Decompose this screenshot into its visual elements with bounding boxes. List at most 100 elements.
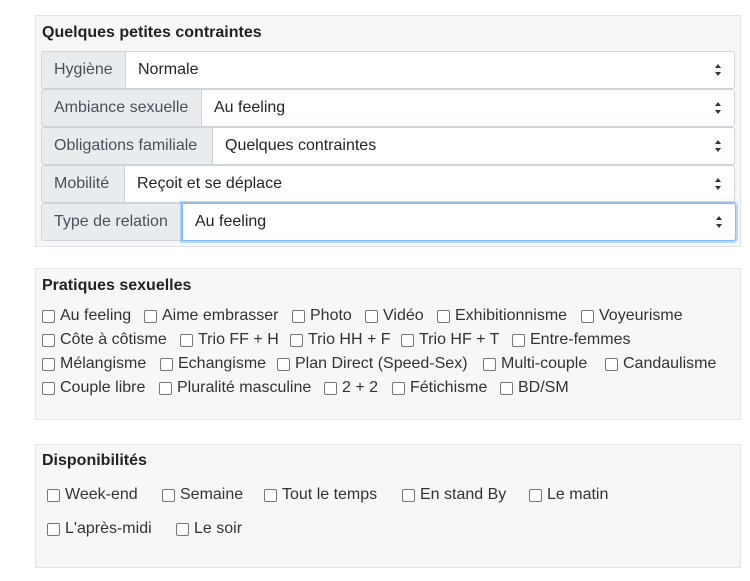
checkbox[interactable]	[277, 357, 290, 371]
mobility-field: Mobilité Reçoit et se déplace	[41, 165, 735, 203]
checkbox[interactable]	[180, 333, 193, 347]
practice-option[interactable]: 2 + 2	[324, 378, 378, 398]
checkbox[interactable]	[401, 333, 414, 347]
practice-label: Exhibitionnisme	[455, 307, 568, 324]
availability-label: Semaine	[180, 486, 244, 503]
practice-option[interactable]: Aime embrasser	[144, 306, 278, 326]
practice-option[interactable]: Trio FF + H	[180, 330, 279, 350]
relation-type-value: Au feeling	[195, 213, 267, 230]
practice-label: Voyeurisme	[599, 307, 683, 324]
practice-option[interactable]: Candaulisme	[605, 354, 716, 374]
practice-option[interactable]: Entre-femmes	[512, 330, 630, 350]
practice-label: Entre-femmes	[530, 331, 631, 348]
checkbox[interactable]	[47, 522, 60, 536]
practice-option[interactable]: Vidéo	[365, 306, 424, 326]
select-arrows-icon	[716, 216, 722, 228]
availability-option[interactable]: Le soir	[176, 519, 242, 539]
practice-label: Vidéo	[383, 307, 424, 324]
hygiene-value: Normale	[138, 61, 199, 78]
checkbox[interactable]	[365, 309, 378, 323]
checkbox[interactable]	[42, 357, 55, 371]
practice-option[interactable]: Exhibitionnisme	[437, 306, 567, 326]
practice-option[interactable]: Multi-couple	[483, 354, 587, 374]
checkbox[interactable]	[483, 357, 496, 371]
ambiance-value: Au feeling	[214, 99, 286, 116]
availability-option[interactable]: Tout le temps	[264, 485, 377, 505]
checkbox[interactable]	[500, 381, 513, 395]
checkbox[interactable]	[42, 333, 55, 347]
ambiance-label: Ambiance sexuelle	[41, 89, 202, 127]
practice-option[interactable]: Echangisme	[160, 354, 266, 374]
family-obligations-field: Obligations familiale Quelques contraint…	[41, 127, 735, 165]
availability-panel: Disponibilités Week-end Semaine Tout le …	[35, 444, 741, 568]
availability-label: Week-end	[65, 486, 138, 503]
practice-label: Trio HH + F	[308, 331, 391, 348]
practice-option[interactable]: Côte à côtisme	[42, 330, 167, 350]
practice-option[interactable]: Voyeurisme	[581, 306, 683, 326]
practice-label: Trio FF + H	[198, 331, 279, 348]
practice-option[interactable]: Fétichisme	[392, 378, 487, 398]
availability-option[interactable]: Week-end	[47, 485, 138, 505]
practice-option[interactable]: Trio HF + T	[401, 330, 499, 350]
checkbox[interactable]	[292, 309, 305, 323]
select-arrows-icon	[715, 102, 721, 114]
checkbox[interactable]	[144, 309, 157, 323]
ambiance-field: Ambiance sexuelle Au feeling	[41, 89, 735, 127]
ambiance-select[interactable]: Au feeling	[202, 89, 735, 127]
checkbox[interactable]	[162, 488, 175, 502]
mobility-value: Reçoit et se déplace	[137, 175, 282, 192]
practice-option[interactable]: Trio HH + F	[290, 330, 391, 350]
practice-label: Echangisme	[178, 355, 267, 372]
mobility-label: Mobilité	[41, 165, 125, 203]
checkbox[interactable]	[160, 357, 173, 371]
checkbox[interactable]	[529, 488, 542, 502]
family-obligations-select[interactable]: Quelques contraintes	[213, 127, 735, 165]
checkbox[interactable]	[324, 381, 337, 395]
checkbox[interactable]	[159, 381, 172, 395]
practice-option[interactable]: Photo	[292, 306, 352, 326]
checkbox[interactable]	[42, 381, 55, 395]
practice-label: Couple libre	[60, 379, 146, 396]
practice-option[interactable]: Couple libre	[42, 378, 145, 398]
availability-option[interactable]: En stand By	[402, 485, 506, 505]
practice-option[interactable]: Pluralité masculine	[159, 378, 311, 398]
practice-label: Aime embrasser	[162, 307, 279, 324]
checkbox[interactable]	[581, 309, 594, 323]
hygiene-select[interactable]: Normale	[126, 51, 735, 89]
availability-option[interactable]: Semaine	[162, 485, 243, 505]
family-obligations-label: Obligations familiale	[41, 127, 213, 165]
availability-option[interactable]: L'après-midi	[47, 519, 152, 539]
mobility-select[interactable]: Reçoit et se déplace	[125, 165, 735, 203]
family-obligations-value: Quelques contraintes	[225, 137, 377, 154]
availability-option[interactable]: Le matin	[529, 485, 608, 505]
checkbox[interactable]	[392, 381, 405, 395]
checkbox[interactable]	[437, 309, 450, 323]
practice-label: Côte à côtisme	[60, 331, 167, 348]
select-arrows-icon	[715, 64, 721, 76]
checkbox[interactable]	[47, 488, 60, 502]
practice-label: Plan Direct (Speed-Sex)	[295, 355, 468, 372]
availability-label: Tout le temps	[282, 486, 378, 503]
checkbox[interactable]	[290, 333, 303, 347]
availability-title: Disponibilités	[42, 452, 147, 469]
practices-panel: Pratiques sexuelles Au feeling Aime embr…	[35, 268, 741, 420]
practice-label: Pluralité masculine	[177, 379, 312, 396]
practice-option[interactable]: Plan Direct (Speed-Sex)	[277, 354, 468, 374]
practice-option[interactable]: Mélangisme	[42, 354, 146, 374]
checkbox[interactable]	[512, 333, 525, 347]
checkbox[interactable]	[42, 309, 55, 323]
practice-option[interactable]: BD/SM	[500, 378, 569, 398]
checkbox[interactable]	[176, 522, 189, 536]
practices-title: Pratiques sexuelles	[42, 277, 192, 294]
relation-type-label: Type de relation	[41, 203, 182, 241]
relation-type-field: Type de relation Au feeling	[41, 203, 736, 241]
checkbox[interactable]	[605, 357, 618, 371]
practice-option[interactable]: Au feeling	[42, 306, 131, 326]
availability-label: L'après-midi	[65, 520, 152, 537]
checkbox[interactable]	[402, 488, 415, 502]
practice-label: Fétichisme	[410, 379, 488, 396]
constraints-panel: Quelques petites contraintes Hygiène Nor…	[35, 15, 741, 247]
practice-label: Multi-couple	[501, 355, 588, 372]
relation-type-select[interactable]: Au feeling	[182, 203, 736, 241]
checkbox[interactable]	[264, 488, 277, 502]
